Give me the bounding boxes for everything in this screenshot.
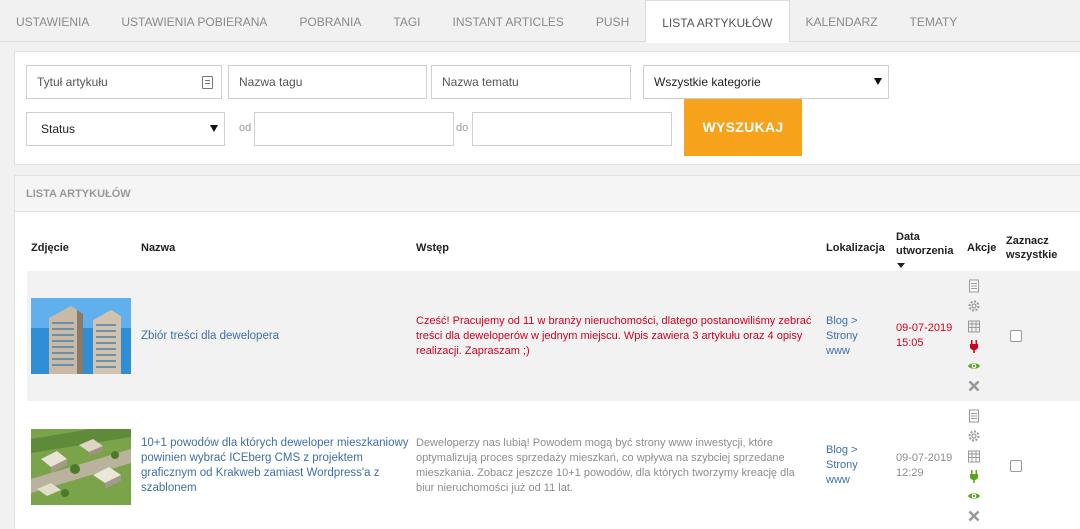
article-intro: Cześć! Pracujemy od 11 w branży nierucho… bbox=[416, 315, 812, 357]
article-name-link[interactable]: 10+1 powodów dla których deweloper miesz… bbox=[141, 436, 411, 496]
location-line3: www bbox=[826, 474, 850, 486]
tag-name-placeholder: Nazwa tagu bbox=[239, 75, 303, 89]
article-date-value: 09-07-2019 bbox=[896, 452, 953, 464]
article-intro: Deweloperzy nas lubią! Powodem mogą być … bbox=[416, 437, 795, 494]
search-button[interactable]: WYSZUKAJ bbox=[684, 99, 802, 156]
tab-kalendarz[interactable]: KALENDARZ bbox=[790, 0, 894, 42]
row-select-checkbox[interactable] bbox=[1010, 460, 1022, 472]
eye-icon[interactable] bbox=[967, 489, 981, 503]
topic-name-placeholder: Nazwa tematu bbox=[442, 75, 519, 89]
tab-lista-artykulow[interactable]: LISTA ARTYKUŁÓW bbox=[645, 0, 790, 43]
date-to-input[interactable] bbox=[472, 112, 672, 146]
location-line3: www bbox=[826, 345, 850, 357]
article-name-link[interactable]: Zbiór treści dla dewelopera bbox=[141, 329, 391, 344]
tab-push[interactable]: PUSH bbox=[580, 0, 645, 42]
column-photo: Zdjęcie bbox=[31, 242, 69, 254]
tab-instant-articles[interactable]: INSTANT ARTICLES bbox=[437, 0, 580, 42]
gear-icon[interactable] bbox=[967, 429, 981, 443]
location-line2: Strony bbox=[826, 459, 858, 471]
article-date-value: 09-07-2019 bbox=[896, 322, 953, 334]
date-from-label: od bbox=[239, 122, 252, 134]
document-icon[interactable] bbox=[967, 409, 981, 423]
select-all[interactable]: Zaznacz wszystkie bbox=[1006, 234, 1057, 262]
column-date-line1: Data bbox=[896, 231, 920, 243]
plug-icon[interactable] bbox=[967, 469, 981, 483]
column-date-line2: utworzenia bbox=[896, 245, 954, 257]
row-select-checkbox[interactable] bbox=[1010, 330, 1022, 342]
delete-icon[interactable] bbox=[967, 379, 981, 393]
document-icon[interactable] bbox=[967, 279, 981, 293]
article-location[interactable]: Blog > Strony www bbox=[826, 443, 886, 488]
article-thumbnail[interactable] bbox=[31, 298, 131, 374]
calendar-icon[interactable] bbox=[967, 449, 981, 463]
filter-panel: Tytuł artykułu Nazwa tagu Nazwa tematu W… bbox=[14, 51, 1080, 165]
actions-group bbox=[967, 409, 985, 529]
tab-bar: USTAWIENIA USTAWIENIA POBIERANA POBRANIA… bbox=[0, 0, 1080, 43]
table-header: Zdjęcie Nazwa Wstęp Lokalizacja Data utw… bbox=[27, 223, 1080, 271]
article-location[interactable]: Blog > Strony www bbox=[826, 314, 886, 359]
column-intro: Wstęp bbox=[416, 242, 449, 254]
article-date: 09-07-2019 12:29 bbox=[896, 451, 952, 481]
location-line2: Strony bbox=[826, 330, 858, 342]
article-list-panel: LISTA ARTYKUŁÓW Zdjęcie Nazwa Wstęp Loka… bbox=[14, 175, 1080, 529]
tab-ustawienia[interactable]: USTAWIENIA bbox=[0, 0, 105, 42]
calendar-icon[interactable] bbox=[967, 319, 981, 333]
sort-desc-icon bbox=[897, 263, 905, 268]
chevron-down-icon bbox=[210, 125, 218, 132]
location-line1: Blog > bbox=[826, 444, 858, 456]
topic-name-input[interactable]: Nazwa tematu bbox=[431, 65, 631, 99]
column-actions: Akcje bbox=[967, 242, 997, 254]
calendar-picker-icon[interactable] bbox=[202, 76, 213, 89]
select-all-line2: wszystkie bbox=[1006, 249, 1058, 261]
actions-group bbox=[967, 279, 985, 399]
status-select-value: Status bbox=[41, 122, 76, 136]
plug-icon[interactable] bbox=[967, 339, 981, 353]
tag-name-input[interactable]: Nazwa tagu bbox=[228, 65, 427, 99]
table-row: Zbiór treści dla dewelopera Cześć! Pracu… bbox=[27, 271, 1080, 401]
date-from-input[interactable] bbox=[254, 112, 454, 146]
article-title-input[interactable]: Tytuł artykułu bbox=[26, 65, 222, 99]
table-row: 10+1 powodów dla których deweloper miesz… bbox=[27, 401, 1080, 529]
article-title-placeholder: Tytuł artykułu bbox=[37, 75, 108, 89]
tab-ustawienia-pobierana[interactable]: USTAWIENIA POBIERANA bbox=[105, 0, 283, 42]
date-to-label: do bbox=[456, 122, 469, 134]
column-name[interactable]: Nazwa bbox=[141, 241, 175, 255]
article-time-value: 15:05 bbox=[896, 337, 924, 349]
article-time-value: 12:29 bbox=[896, 467, 924, 479]
article-date: 09-07-2019 15:05 bbox=[896, 321, 952, 351]
category-select-value: Wszystkie kategorie bbox=[654, 75, 761, 89]
location-line1: Blog > bbox=[826, 315, 858, 327]
gear-icon[interactable] bbox=[967, 299, 981, 313]
status-select[interactable]: Status bbox=[26, 112, 225, 146]
list-title: LISTA ARTYKUŁÓW bbox=[15, 176, 1080, 212]
tab-tematy[interactable]: TEMATY bbox=[894, 0, 974, 42]
eye-icon[interactable] bbox=[967, 359, 981, 373]
category-select[interactable]: Wszystkie kategorie bbox=[643, 65, 889, 99]
delete-icon[interactable] bbox=[967, 509, 981, 523]
tab-pobrania[interactable]: POBRANIA bbox=[283, 0, 377, 42]
article-thumbnail[interactable] bbox=[31, 429, 131, 505]
column-location[interactable]: Lokalizacja bbox=[826, 241, 885, 255]
select-all-line1: Zaznacz bbox=[1006, 235, 1049, 247]
column-date[interactable]: Data utworzenia bbox=[896, 230, 953, 272]
chevron-down-icon bbox=[874, 78, 882, 85]
tab-tagi[interactable]: TAGI bbox=[377, 0, 436, 42]
